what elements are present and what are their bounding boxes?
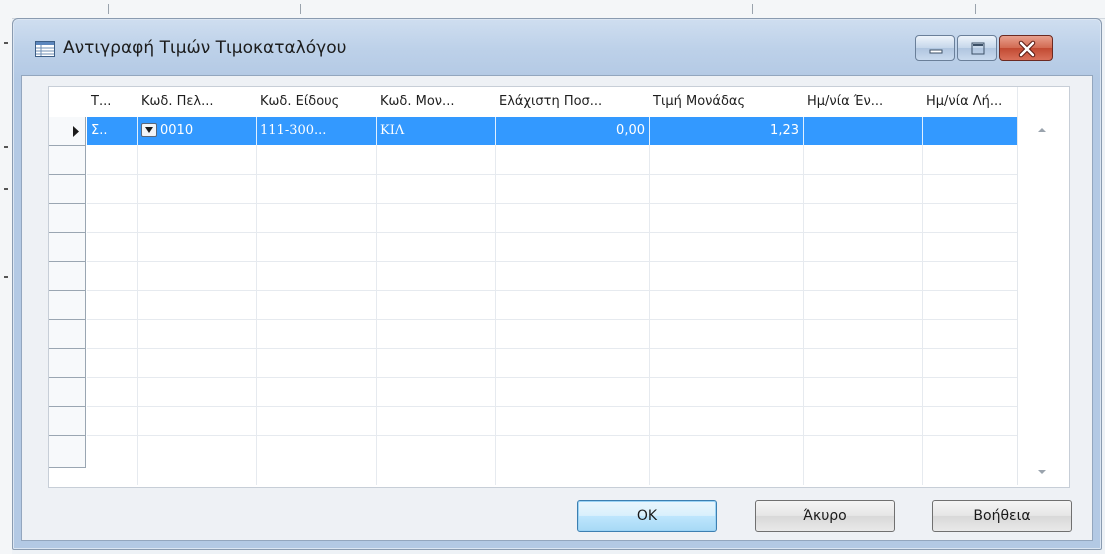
cell-item-code[interactable]: 111-300... — [256, 117, 376, 145]
scroll-up-icon[interactable] — [1036, 125, 1048, 135]
row-selector[interactable] — [49, 146, 86, 175]
background-divider — [752, 4, 753, 14]
dropdown-icon — [145, 126, 153, 133]
cell-unit-price[interactable]: 1,23 — [649, 117, 803, 145]
customer-code-value: 0010 — [160, 123, 194, 138]
grid-header: Τ... Κωδ. Πελ... Κωδ. Είδους Κωδ. Μον...… — [49, 87, 1017, 117]
minimize-button[interactable] — [915, 35, 955, 61]
row-selector[interactable] — [49, 175, 86, 204]
price-grid[interactable]: Τ... Κωδ. Πελ... Κωδ. Είδους Κωδ. Μον...… — [48, 86, 1070, 488]
empty-row[interactable] — [49, 349, 1017, 378]
maximize-icon — [971, 42, 985, 55]
column-header-type[interactable]: Τ... — [87, 87, 137, 117]
table-icon — [35, 41, 55, 57]
ok-button[interactable]: OK — [577, 500, 717, 532]
cell-min-qty[interactable]: 0,00 — [495, 117, 649, 145]
empty-row[interactable] — [49, 204, 1017, 233]
help-button[interactable]: Βοήθεια — [932, 500, 1072, 532]
row-selector[interactable] — [49, 117, 86, 146]
background-divider — [108, 4, 109, 14]
window-title: Αντιγραφή Τιμών Τιμοκαταλόγου — [63, 38, 347, 58]
column-header-item-code[interactable]: Κωδ. Είδους — [256, 87, 376, 117]
cell-start-date[interactable] — [803, 117, 922, 145]
row-selector[interactable] — [49, 204, 86, 233]
background-mark — [4, 188, 8, 190]
row-selector[interactable] — [49, 436, 86, 468]
dialog-client-area: Τ... Κωδ. Πελ... Κωδ. Είδους Κωδ. Μον...… — [21, 75, 1093, 541]
background-divider — [975, 4, 976, 14]
column-header-min-qty[interactable]: Ελάχιστη Ποσ... — [495, 87, 649, 117]
close-icon — [1018, 40, 1036, 58]
title-bar[interactable]: Αντιγραφή Τιμών Τιμοκαταλόγου — [13, 19, 1101, 75]
row-selector[interactable] — [49, 320, 86, 349]
empty-row[interactable] — [49, 262, 1017, 291]
cell-type[interactable]: Σ.. — [87, 117, 137, 145]
background-mark — [4, 276, 8, 278]
row-selector[interactable] — [49, 378, 86, 407]
background-window-strip — [0, 0, 1105, 19]
minimize-icon — [929, 49, 943, 54]
row-selector[interactable] — [49, 349, 86, 378]
cancel-button[interactable]: Άκυρο — [755, 500, 895, 532]
vertical-scrollbar[interactable] — [1017, 117, 1068, 485]
cell-customer-code[interactable]: 0010 — [137, 117, 256, 145]
empty-row[interactable] — [49, 407, 1017, 436]
empty-row[interactable] — [49, 146, 1017, 175]
dialog-window: Αντιγραφή Τιμών Τιμοκαταλόγου Τ... Κωδ. — [12, 18, 1102, 550]
row-selector[interactable] — [49, 233, 86, 262]
row-pointer-icon — [73, 126, 79, 137]
maximize-button[interactable] — [957, 35, 997, 61]
cell-unit-code[interactable]: ΚΙΛ — [376, 117, 495, 145]
scroll-down-icon[interactable] — [1036, 467, 1048, 477]
cell-end-date[interactable] — [922, 117, 1017, 145]
column-header-start-date[interactable]: Ημ/νία Έν... — [803, 87, 922, 117]
row-selector[interactable] — [49, 291, 86, 320]
background-left-strip — [0, 18, 12, 554]
table-row[interactable]: Σ.. 0010 111-300... ΚΙΛ 0,00 1,23 — [49, 117, 1017, 146]
empty-row[interactable] — [49, 320, 1017, 349]
background-mark — [4, 146, 8, 148]
column-header-customer-code[interactable]: Κωδ. Πελ... — [137, 87, 256, 117]
row-selector[interactable] — [49, 262, 86, 291]
dropdown-button[interactable] — [141, 122, 157, 137]
column-header-end-date[interactable]: Ημ/νία Λή... — [922, 87, 1017, 117]
background-mark — [4, 42, 8, 44]
empty-row[interactable] — [49, 378, 1017, 407]
empty-row[interactable] — [49, 291, 1017, 320]
background-divider — [300, 4, 301, 14]
empty-row[interactable] — [49, 436, 1017, 468]
empty-row[interactable] — [49, 175, 1017, 204]
column-header-unit-code[interactable]: Κωδ. Μον... — [376, 87, 495, 117]
column-header-unit-price[interactable]: Τιμή Μονάδας — [649, 87, 803, 117]
empty-row[interactable] — [49, 233, 1017, 262]
row-cells: Σ.. 0010 111-300... ΚΙΛ 0,00 1,23 — [87, 117, 1017, 145]
close-button[interactable] — [999, 35, 1053, 61]
row-selector[interactable] — [49, 407, 86, 436]
